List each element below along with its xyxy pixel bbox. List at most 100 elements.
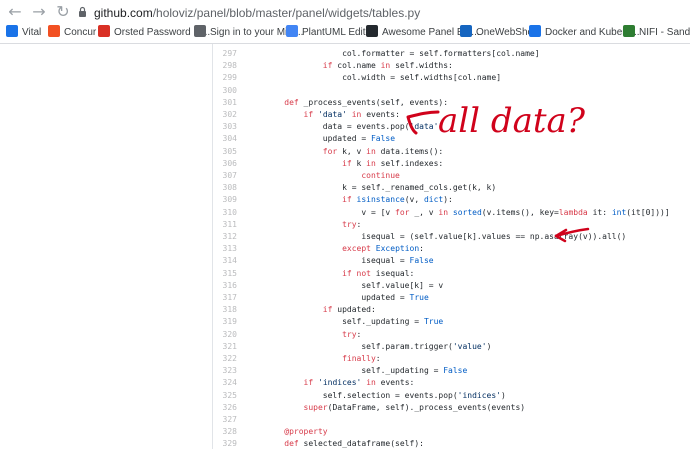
globe-icon xyxy=(460,25,472,37)
back-arrow-icon[interactable]: ← xyxy=(6,3,24,21)
code-text: col.width = self.widths[col.name] xyxy=(265,73,502,83)
code-line: 323 self._updating = False xyxy=(213,365,690,377)
bookmarks-bar: Vital Concur Orsted Password M... Sign in t… xyxy=(0,24,690,42)
code-text: finally: xyxy=(342,354,381,363)
code-text: v = [v for _, v in sorted(v.items(), key… xyxy=(265,207,670,217)
line-number[interactable]: 314 xyxy=(213,255,237,267)
code-text: except Exception: xyxy=(342,244,424,254)
code-text: self.param.trigger('value') xyxy=(265,341,492,351)
line-number[interactable]: 326 xyxy=(213,402,237,414)
code-line: 327 xyxy=(213,414,690,426)
code-line: 322 finally: xyxy=(213,353,690,365)
code-line: 307 continue xyxy=(213,170,690,182)
line-number[interactable]: 327 xyxy=(213,414,237,426)
github-icon xyxy=(366,25,378,37)
code-line: 328 @property xyxy=(213,426,690,438)
code-text: self._updating = False xyxy=(265,366,468,376)
line-number[interactable]: 308 xyxy=(213,182,237,194)
code-text: super(DataFrame, self)._process_events(e… xyxy=(303,402,526,412)
line-number[interactable]: 323 xyxy=(213,365,237,377)
line-number[interactable]: 313 xyxy=(213,243,237,255)
line-number[interactable]: 312 xyxy=(213,231,237,243)
line-number[interactable]: 320 xyxy=(213,329,237,341)
bookmark-label: Concur xyxy=(64,27,97,38)
line-number[interactable]: 329 xyxy=(213,438,237,450)
line-number[interactable]: 310 xyxy=(213,207,237,219)
code-viewer: 297 col.formatter = self.formatters[col.… xyxy=(0,44,690,449)
line-number[interactable]: 306 xyxy=(213,158,237,170)
code-line: 299 col.width = self.widths[col.name] xyxy=(213,72,690,84)
code-line: 315 if not isequal: xyxy=(213,268,690,280)
code-line: 310 v = [v for _, v in sorted(v.items(),… xyxy=(213,207,690,219)
code-text: self._updating = True xyxy=(265,317,444,327)
nifi-icon xyxy=(623,25,635,37)
code-text: self.value[k] = v xyxy=(265,280,444,290)
bookmark-item[interactable]: NIFI - Sandbox xyxy=(623,25,690,41)
line-number[interactable]: 311 xyxy=(213,219,237,231)
bookmark-item[interactable]: PlantUML Editor xyxy=(286,25,374,41)
code-text: continue xyxy=(361,171,400,180)
line-number[interactable]: 301 xyxy=(213,97,237,109)
reload-icon[interactable]: ↻ xyxy=(54,3,72,21)
code-text: try: xyxy=(342,329,362,339)
code-line: 305 for k, v in data.items(): xyxy=(213,146,690,158)
line-number[interactable]: 316 xyxy=(213,280,237,292)
line-number[interactable]: 305 xyxy=(213,146,237,158)
code-line: 300 xyxy=(213,85,690,97)
code-line: 298 if col.name in self.widths: xyxy=(213,60,690,72)
code-line: 320 try: xyxy=(213,329,690,341)
line-number[interactable]: 319 xyxy=(213,316,237,328)
code-line: 325 self.selection = events.pop('indices… xyxy=(213,390,690,402)
line-number[interactable]: 328 xyxy=(213,426,237,438)
line-number[interactable]: 299 xyxy=(213,72,237,84)
code-line: 313 except Exception: xyxy=(213,243,690,255)
code-line: 324 if 'indices' in events: xyxy=(213,377,690,389)
url-path: /holoviz/panel/blob/master/panel/widgets… xyxy=(152,6,421,20)
code-text: k = self._renamed_cols.get(k, k) xyxy=(265,183,497,193)
line-number[interactable]: 321 xyxy=(213,341,237,353)
forward-arrow-icon[interactable]: → xyxy=(30,3,48,21)
bookmark-item[interactable]: Vital xyxy=(6,25,41,41)
docker-icon xyxy=(529,25,541,37)
code-text: try: xyxy=(342,219,362,229)
line-number[interactable]: 322 xyxy=(213,353,237,365)
line-number[interactable]: 307 xyxy=(213,170,237,182)
line-number[interactable]: 300 xyxy=(213,85,237,97)
address-bar[interactable]: github.com/holoviz/panel/blob/master/pan… xyxy=(94,5,420,21)
line-number[interactable]: 325 xyxy=(213,390,237,402)
code-line: 308 k = self._renamed_cols.get(k, k) xyxy=(213,182,690,194)
page-icon xyxy=(194,25,206,37)
code-text: updated = True xyxy=(265,293,429,302)
code-line: 306 if k in self.indexes: xyxy=(213,158,690,170)
bookmark-label: PlantUML Editor xyxy=(302,27,375,38)
line-number[interactable]: 317 xyxy=(213,292,237,304)
code-line: 312 isequal = (self.value[k].values == n… xyxy=(213,231,690,243)
code-text: col.formatter = self.formatters[col.name… xyxy=(265,49,540,58)
code-line: 309 if isinstance(v, dict): xyxy=(213,194,690,206)
code-text: if isinstance(v, dict): xyxy=(342,195,453,205)
code-line: 321 self.param.trigger('value') xyxy=(213,341,690,353)
bookmark-item[interactable]: Concur xyxy=(48,25,96,41)
code-text: if col.name in self.widths: xyxy=(322,61,453,71)
line-number[interactable]: 309 xyxy=(213,194,237,206)
line-number[interactable]: 304 xyxy=(213,133,237,145)
code-text: if k in self.indexes: xyxy=(342,158,444,168)
code-text: if 'indices' in events: xyxy=(303,378,415,388)
line-number[interactable]: 324 xyxy=(213,377,237,389)
code-line: 316 self.value[k] = v xyxy=(213,280,690,292)
line-number[interactable]: 315 xyxy=(213,268,237,280)
line-number[interactable]: 297 xyxy=(213,48,237,60)
code-line: 319 self._updating = True xyxy=(213,316,690,328)
bookmark-item[interactable]: OneWebShop xyxy=(460,25,539,41)
plantuml-icon xyxy=(286,25,298,37)
code-text: def _process_events(self, events): xyxy=(284,97,449,107)
line-number[interactable]: 298 xyxy=(213,60,237,72)
line-number[interactable]: 303 xyxy=(213,121,237,133)
lock-icon xyxy=(79,6,86,17)
line-number[interactable]: 318 xyxy=(213,304,237,316)
code-line: 311 try: xyxy=(213,219,690,231)
code-text: if 'data' in events: xyxy=(303,110,400,119)
vital-icon xyxy=(6,25,18,37)
bookmark-label: Vital xyxy=(22,27,42,38)
line-number[interactable]: 302 xyxy=(213,109,237,121)
